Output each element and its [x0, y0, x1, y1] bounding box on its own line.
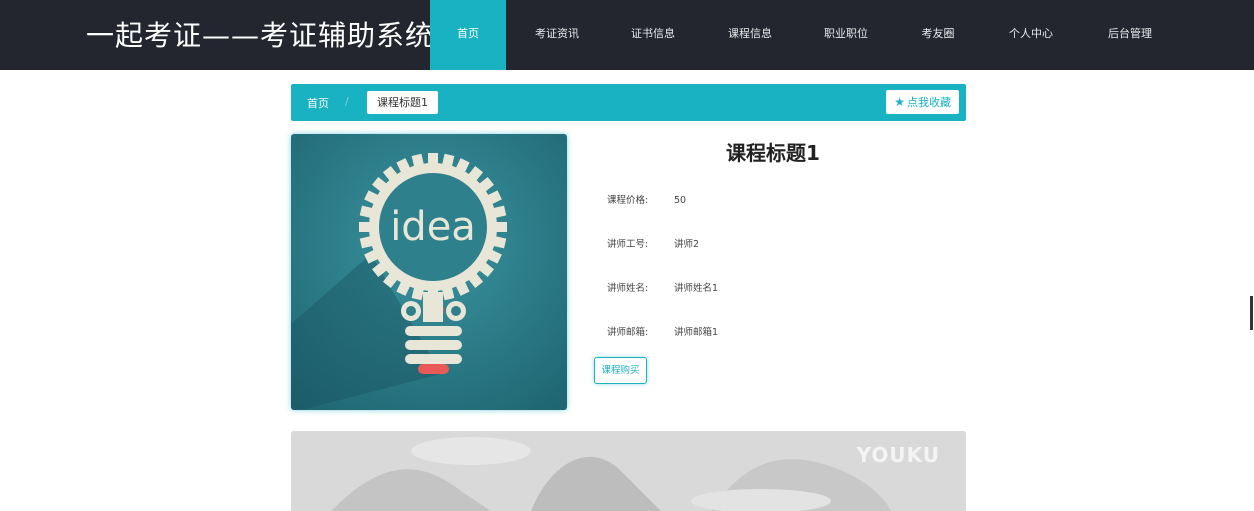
nav-home[interactable]: 首页 — [430, 0, 506, 70]
course-image: idea — [291, 134, 567, 410]
breadcrumb-current: 课程标题1 — [367, 91, 438, 114]
lightbulb-idea-image: idea — [291, 134, 567, 410]
nav-exam-news[interactable]: 考证资讯 — [520, 0, 594, 70]
breadcrumb-separator: / — [345, 95, 349, 108]
nav-certificates[interactable]: 证书信息 — [616, 0, 690, 70]
scrollbar-thumb[interactable] — [1250, 296, 1253, 330]
teacher-email-label: 讲师邮箱: — [607, 327, 649, 338]
nav-forum[interactable]: 考友圈 — [904, 0, 972, 70]
course-title: 课程标题1 — [726, 141, 820, 165]
nav-courses[interactable]: 课程信息 — [713, 0, 787, 70]
teacher-name-label: 讲师姓名: — [607, 283, 649, 294]
top-navbar: 一起考证——考证辅助系统 首页 考证资讯 证书信息 课程信息 职业职位 考友圈 … — [0, 0, 1254, 70]
teacher-name-value: 讲师姓名1 — [674, 283, 719, 294]
info-row-teacher-name: 讲师姓名: 讲师姓名1 — [607, 280, 718, 294]
video-player[interactable]: YOUKU — [291, 431, 966, 511]
info-row-teacher-id: 讲师工号: 讲师2 — [607, 236, 699, 250]
nav-jobs[interactable]: 职业职位 — [809, 0, 883, 70]
site-title: 一起考证——考证辅助系统 — [86, 19, 435, 52]
teacher-email-value: 讲师邮箱1 — [674, 327, 719, 338]
favorite-button[interactable]: ★ 点我收藏 — [886, 90, 959, 114]
teacher-id-label: 讲师工号: — [607, 239, 649, 250]
teacher-id-value: 讲师2 — [674, 239, 700, 250]
breadcrumb: 首页 / 课程标题1 ★ 点我收藏 — [291, 84, 966, 121]
info-row-price: 课程价格: 50 — [607, 192, 686, 206]
buy-course-button[interactable]: 课程购买 — [594, 357, 647, 384]
star-icon: ★ — [894, 95, 905, 109]
breadcrumb-home[interactable]: 首页 — [307, 95, 329, 111]
favorite-button-label: 点我收藏 — [907, 96, 951, 109]
image-idea-text: idea — [390, 204, 476, 250]
price-value: 50 — [674, 195, 687, 206]
nav-admin[interactable]: 后台管理 — [1094, 0, 1166, 70]
price-label: 课程价格: — [607, 195, 649, 206]
nav-user-center[interactable]: 个人中心 — [996, 0, 1066, 70]
info-row-teacher-email: 讲师邮箱: 讲师邮箱1 — [607, 324, 718, 338]
video-platform-logo: YOUKU — [856, 443, 940, 467]
